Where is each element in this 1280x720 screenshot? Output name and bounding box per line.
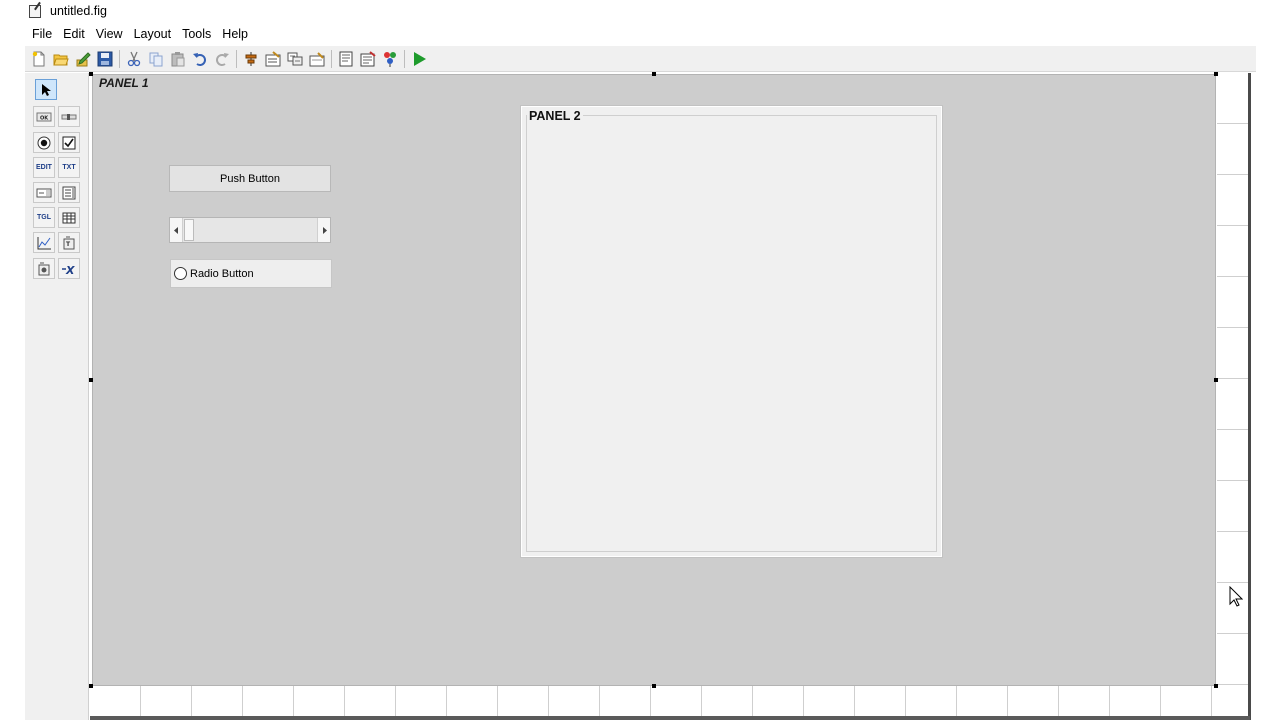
layout-grid-bottom [90, 686, 1248, 716]
edit-icon[interactable] [72, 48, 94, 70]
popup-menu-tool-icon[interactable] [33, 182, 55, 203]
svg-text:X: X [65, 264, 75, 275]
toolbar-separator [119, 49, 120, 68]
select-tool-icon[interactable] [35, 79, 57, 100]
slider[interactable] [169, 217, 331, 243]
menu-help[interactable]: Help [222, 27, 248, 41]
toggle-button-tool-label: TGL [37, 214, 51, 221]
open-icon[interactable] [50, 48, 72, 70]
menu-tools[interactable]: Tools [182, 27, 211, 41]
panel-2-title: PANEL 2 [527, 109, 583, 123]
radio-button[interactable]: Radio Button [170, 259, 332, 288]
selection-handle[interactable] [652, 72, 656, 76]
cut-icon[interactable] [123, 48, 145, 70]
push-button[interactable]: Push Button [169, 165, 331, 192]
edit-text-tool-label: EDIT [36, 164, 52, 171]
toolbar-separator [404, 49, 405, 68]
radio-circle-icon[interactable] [174, 267, 187, 280]
run-icon[interactable] [408, 48, 430, 70]
figure-resize-edge-right[interactable] [1248, 73, 1251, 720]
table-tool-icon[interactable] [58, 207, 80, 228]
radio-button-label: Radio Button [190, 267, 254, 280]
panel-2-border [526, 115, 937, 552]
selection-handle[interactable] [89, 72, 93, 76]
toolbar-separator [331, 49, 332, 68]
panel-2[interactable]: PANEL 2 [521, 106, 942, 557]
slider-thumb[interactable] [184, 219, 194, 241]
listbox-tool-icon[interactable] [58, 182, 80, 203]
new-icon[interactable] [28, 48, 50, 70]
static-text-tool-icon[interactable]: TXT [58, 157, 80, 178]
selection-handle[interactable] [89, 684, 93, 688]
editor-icon[interactable] [335, 48, 357, 70]
fig-file-icon [27, 1, 45, 19]
undo-icon[interactable] [189, 48, 211, 70]
redo-icon[interactable] [211, 48, 233, 70]
menu-layout[interactable]: Layout [134, 27, 172, 41]
selection-handle[interactable] [652, 684, 656, 688]
align-icon[interactable] [240, 48, 262, 70]
selection-handle[interactable] [89, 378, 93, 382]
paste-icon[interactable] [167, 48, 189, 70]
radio-button-tool-icon[interactable] [33, 132, 55, 153]
window-title: untitled.fig [50, 4, 107, 18]
push-button-tool-icon[interactable]: OK [33, 106, 55, 127]
svg-text:OK: OK [40, 115, 49, 121]
selection-handle[interactable] [1214, 72, 1218, 76]
panel-1-title: PANEL 1 [99, 76, 149, 90]
slider-tool-icon[interactable] [58, 106, 80, 127]
figure-resize-edge-bottom[interactable] [90, 716, 1250, 720]
title-bar: untitled.fig [0, 0, 1256, 22]
selection-handle[interactable] [1214, 378, 1218, 382]
tab-order-icon[interactable] [284, 48, 306, 70]
property-inspector-icon[interactable] [357, 48, 379, 70]
activex-tool-icon[interactable]: X [58, 258, 80, 279]
toggle-button-tool-icon[interactable]: TGL [33, 207, 55, 228]
mouse-cursor-icon [1229, 585, 1244, 608]
toolbar-separator [236, 49, 237, 68]
slider-right-arrow-icon[interactable] [317, 218, 330, 242]
menu-edit[interactable]: Edit [63, 27, 85, 41]
panel-tool-icon[interactable]: T [58, 232, 80, 253]
menu-editor-icon[interactable] [262, 48, 284, 70]
menu-bar: File Edit View Layout Tools Help [25, 23, 1256, 45]
save-icon[interactable] [94, 48, 116, 70]
toolbar-editor-icon[interactable] [306, 48, 328, 70]
check-box-tool-icon[interactable] [58, 132, 80, 153]
guide-window: untitled.fig File Edit View Layout Tools… [0, 0, 1280, 720]
menu-file[interactable]: File [32, 27, 52, 41]
copy-icon[interactable] [145, 48, 167, 70]
edit-text-tool-icon[interactable]: EDIT [33, 157, 55, 178]
menu-view[interactable]: View [96, 27, 123, 41]
object-browser-icon[interactable] [379, 48, 401, 70]
axes-tool-icon[interactable] [33, 232, 55, 253]
slider-left-arrow-icon[interactable] [170, 218, 183, 242]
toolbar [25, 46, 1256, 72]
selection-handle[interactable] [1214, 684, 1218, 688]
static-text-tool-label: TXT [62, 164, 76, 171]
component-palette: OK EDIT TXT TGL T X [25, 73, 89, 720]
button-group-tool-icon[interactable] [33, 258, 55, 279]
